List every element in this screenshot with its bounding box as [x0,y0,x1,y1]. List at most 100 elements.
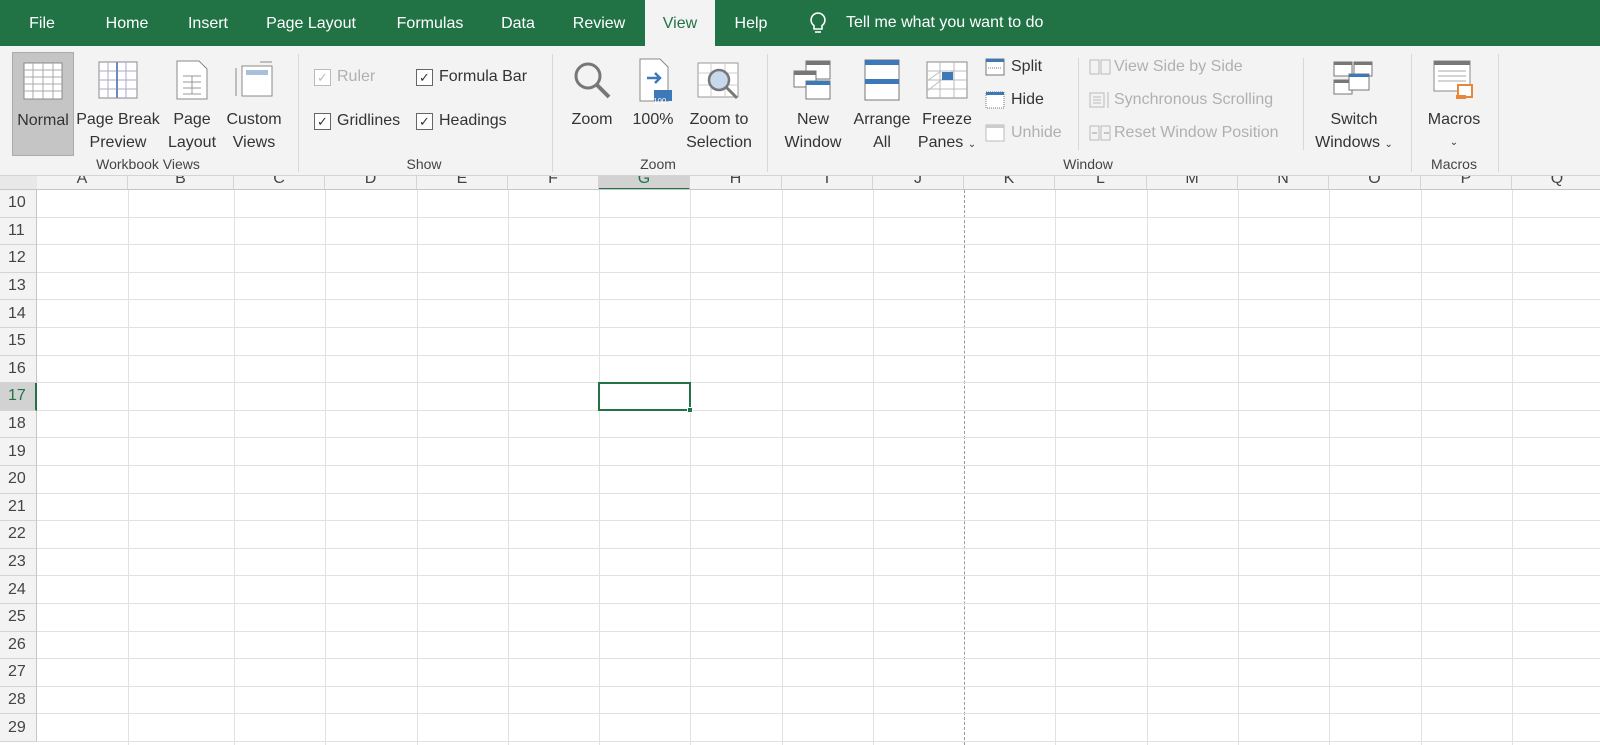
column-header-I[interactable]: I [782,176,873,189]
label: Page Break [76,111,160,128]
row-header-11[interactable]: 11 [0,217,37,246]
custom-views-button[interactable]: Custom Views [222,52,286,154]
view-side-by-side-button[interactable]: View Side by Side [1089,58,1243,76]
arrange-all-button[interactable]: Arrange All [850,52,914,154]
ribbon-tab-bar: File Home Insert Page Layout Formulas Data Rev… [0,0,1600,46]
fill-handle[interactable] [687,406,693,413]
formula-bar-checkbox[interactable]: ✓ Formula Bar [416,68,527,86]
column-header-B[interactable]: B [128,176,234,189]
gridline [37,685,1600,687]
row-header-21[interactable]: 21 [0,493,37,522]
column-header-C[interactable]: C [234,176,325,189]
checkbox-icon: ✓ [314,68,331,86]
select-all-button[interactable] [0,176,37,189]
split-button[interactable]: Split [985,58,1042,76]
row-header-12[interactable]: 12 [0,245,37,273]
freeze-panes-button[interactable]: Freeze Panes ⌄ [916,52,978,156]
zoom-to-selection-button[interactable]: Zoom to Selection [682,52,756,154]
column-header-M[interactable]: M [1147,176,1238,189]
selected-cell[interactable] [598,382,693,413]
row-header-28[interactable]: 28 [0,686,37,715]
page-layout-button[interactable]: Page Layout [164,52,220,154]
row-header-27[interactable]: 27 [0,659,37,687]
gridline [37,603,1600,604]
row-header-18[interactable]: 18 [0,410,37,439]
column-header-L[interactable]: L [1055,176,1147,189]
headings-checkbox[interactable]: ✓ Headings [416,112,507,130]
normal-view-button[interactable]: Normal [12,52,74,156]
column-header-Q[interactable]: Q [1512,176,1600,189]
unhide-button[interactable]: Unhide [985,124,1062,142]
page-break-preview-button[interactable]: Page Break Preview [76,52,160,154]
custom-views-icon [222,52,286,108]
zoom-100-button[interactable]: 100 100% [626,52,680,131]
row-header-25[interactable]: 25 [0,604,37,632]
tab-insert[interactable]: Insert [180,0,236,46]
tell-me-search[interactable]: Tell me what you want to do [846,14,1043,32]
column-header-G[interactable]: G [599,176,690,189]
synchronous-scrolling-button[interactable]: Synchronous Scrolling [1089,91,1273,109]
label: Zoom [571,111,613,128]
row-header-26[interactable]: 26 [0,631,37,660]
tab-home[interactable]: Home [94,0,160,46]
macros-icon [1420,52,1488,108]
page-break-icon [76,52,160,108]
tab-help[interactable]: Help [722,0,780,46]
column-header-N[interactable]: N [1238,176,1329,189]
divider [1078,58,1079,150]
zoom-button[interactable]: Zoom [562,52,622,131]
worksheet-grid[interactable]: 10 11 12 13 14 15 16 17 18 19 20 21 22 23 24 25 26 27 28 29 [0,190,1600,745]
new-window-button[interactable]: New Window [778,52,848,154]
column-header-F[interactable]: F [508,176,599,189]
label: Windows [1315,134,1381,151]
macros-button[interactable]: Macros ⌄ [1420,52,1488,154]
tab-data[interactable]: Data [494,0,542,46]
magnifier-icon [562,52,622,108]
hide-button[interactable]: Hide [985,91,1044,109]
freeze-panes-icon [916,52,978,108]
label: Preview [89,134,147,151]
page-break-line [964,190,965,745]
tab-file[interactable]: File [10,0,74,46]
side-by-side-icon [1089,59,1111,75]
sync-scrolling-icon [1089,92,1109,108]
column-header-D[interactable]: D [325,176,417,189]
row-header-20[interactable]: 20 [0,466,37,494]
label: Reset Window Position [1114,124,1279,141]
row-header-16[interactable]: 16 [0,355,37,384]
row-header-22[interactable]: 22 [0,521,37,549]
ruler-checkbox[interactable]: ✓ Ruler [314,68,375,86]
column-header-K[interactable]: K [964,176,1055,189]
column-header-P[interactable]: P [1421,176,1512,189]
gridline [1421,190,1422,745]
gridline [599,190,600,745]
hide-icon [985,91,1005,109]
row-header-13[interactable]: 13 [0,272,37,301]
tab-formulas[interactable]: Formulas [382,0,478,46]
row-header-29[interactable]: 29 [0,714,37,742]
switch-windows-button[interactable]: Switch Windows ⌄ [1308,52,1400,156]
column-header-J[interactable]: J [873,176,964,189]
label: Unhide [1011,124,1062,141]
column-header-E[interactable]: E [417,176,508,189]
divider [1498,54,1499,172]
reset-window-position-button[interactable]: Reset Window Position [1089,124,1279,142]
tab-page-layout[interactable]: Page Layout [248,0,374,46]
column-header-O[interactable]: O [1329,176,1421,189]
tab-review[interactable]: Review [560,0,638,46]
gridlines-checkbox[interactable]: ✓ Gridlines [314,112,400,130]
gridline [37,244,1600,246]
column-header-H[interactable]: H [690,176,782,189]
row-header-23[interactable]: 23 [0,548,37,577]
row-header-17[interactable]: 17 [0,383,37,411]
row-header-14[interactable]: 14 [0,300,37,328]
tab-view[interactable]: View [645,0,715,46]
row-header-10[interactable]: 10 [0,190,37,218]
row-header-15[interactable]: 15 [0,328,37,356]
chevron-down-icon: ⌄ [1384,139,1393,150]
checkbox-icon: ✓ [416,68,433,86]
row-header-24[interactable]: 24 [0,576,37,604]
column-header-A[interactable]: A [37,176,128,189]
row-header-19[interactable]: 19 [0,438,37,466]
gridline [37,216,1600,218]
